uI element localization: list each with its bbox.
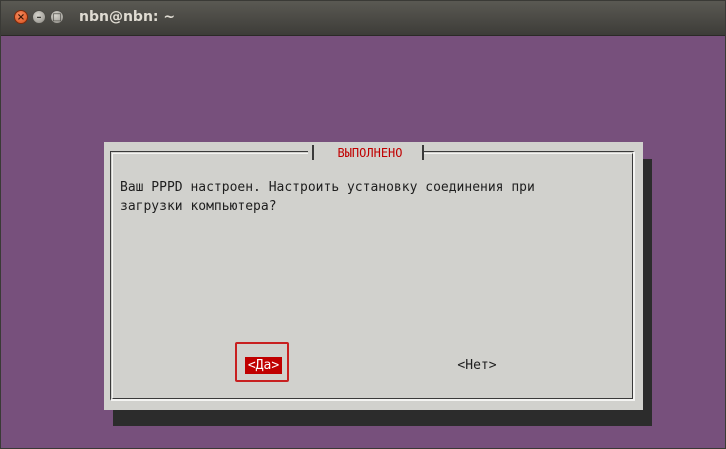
terminal-area[interactable]: ВЫПОЛНЕНО Ваш PPPD настроен. Настроить у…	[10, 36, 717, 441]
terminal-window: × – □ nbn@nbn: ~ ВЫПОЛНЕНО Ваш PPPD наст…	[0, 0, 726, 449]
dialog-title: ВЫПОЛНЕНО	[337, 146, 403, 160]
yes-button[interactable]: <Да>	[245, 357, 282, 374]
no-button[interactable]: <Нет>	[453, 357, 501, 374]
dialog-message: Ваш PPPD настроен. Настроить установку с…	[120, 180, 535, 214]
window-titlebar[interactable]: × – □ nbn@nbn: ~	[1, 1, 725, 36]
close-icon[interactable]: ×	[14, 10, 28, 24]
whiptail-dialog: ВЫПОЛНЕНО Ваш PPPD настроен. Настроить у…	[104, 142, 643, 410]
minimize-icon[interactable]: –	[32, 10, 46, 24]
dialog-title-tick-left	[312, 145, 314, 160]
window-title: nbn@nbn: ~	[79, 9, 176, 25]
dialog-title-tick-right	[422, 145, 424, 160]
maximize-icon[interactable]: □	[50, 10, 64, 24]
